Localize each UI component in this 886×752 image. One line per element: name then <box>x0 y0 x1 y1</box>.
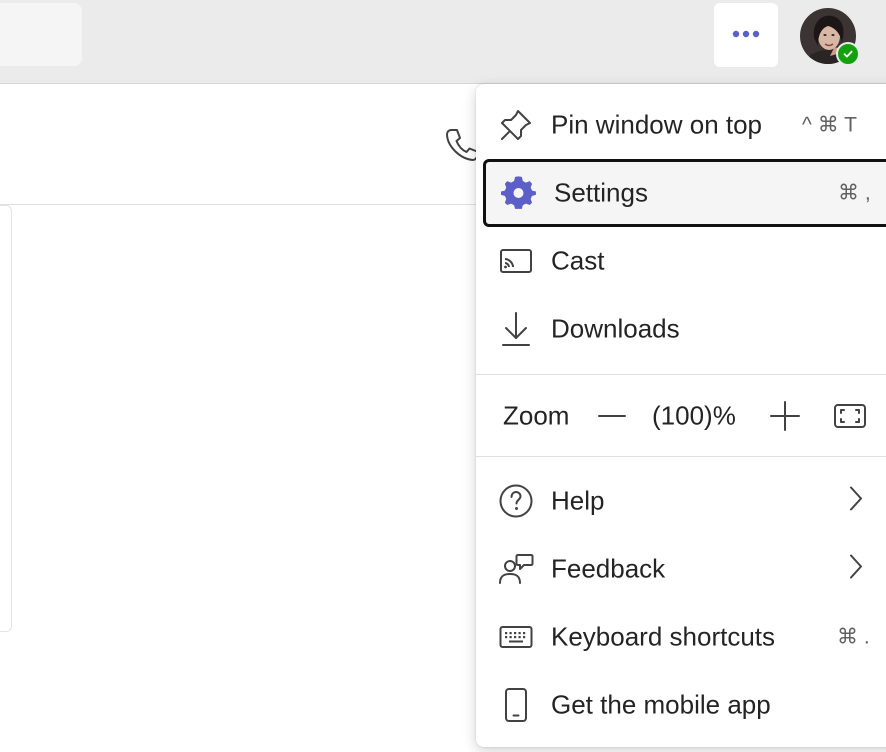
more-options-button[interactable] <box>714 3 778 67</box>
search-box[interactable] <box>0 3 82 66</box>
minus-icon[interactable] <box>594 398 630 434</box>
menu-item-pin-window[interactable]: Pin window on top ^ ⌘ T <box>476 91 886 159</box>
menu-item-label: Keyboard shortcuts <box>551 621 776 652</box>
phone-icon[interactable] <box>444 126 478 167</box>
fullscreen-icon[interactable] <box>832 398 868 434</box>
menu-item-feedback[interactable]: Feedback <box>476 535 886 603</box>
menu-item-label: Cast <box>551 245 605 276</box>
zoom-value: (100)% <box>652 400 736 431</box>
gear-icon <box>501 175 537 211</box>
shortcut-hint: ^ ⌘ T <box>802 113 857 137</box>
help-icon <box>498 483 534 519</box>
feedback-icon <box>498 551 534 587</box>
mobile-icon <box>498 687 534 723</box>
shortcut-hint: ⌘ . <box>837 625 870 649</box>
more-horizontal-icon <box>731 26 761 44</box>
menu-item-downloads[interactable]: Downloads <box>476 295 886 363</box>
menu-item-help[interactable]: Help <box>476 467 886 535</box>
more-options-menu: Pin window on top ^ ⌘ T Settings ⌘ , Cas… <box>476 84 886 747</box>
avatar[interactable] <box>800 8 860 66</box>
title-bar <box>0 0 886 84</box>
shortcut-hint: ⌘ , <box>838 181 871 205</box>
zoom-label: Zoom <box>503 400 570 431</box>
menu-item-label: Downloads <box>551 313 680 344</box>
presence-available-icon <box>836 42 860 66</box>
menu-item-label: Get the mobile app <box>551 689 771 720</box>
menu-item-keyboard-shortcuts[interactable]: Keyboard shortcuts ⌘ . <box>476 603 886 671</box>
message-card <box>0 205 12 632</box>
menu-divider <box>476 456 886 457</box>
menu-item-label: Pin window on top <box>551 109 763 140</box>
menu-item-cast[interactable]: Cast <box>476 227 886 295</box>
chevron-right-icon <box>848 554 864 585</box>
plus-icon[interactable] <box>767 398 803 434</box>
menu-item-label: Feedback <box>551 553 666 584</box>
download-icon <box>498 311 534 347</box>
cast-icon <box>498 243 534 279</box>
menu-item-settings[interactable]: Settings ⌘ , <box>483 159 886 227</box>
zoom-control: Zoom (100)% <box>476 382 886 450</box>
menu-item-mobile-app[interactable]: Get the mobile app <box>476 671 886 739</box>
keyboard-icon <box>498 619 534 655</box>
menu-item-label: Settings <box>554 177 648 208</box>
menu-divider <box>476 374 886 375</box>
chevron-right-icon <box>848 486 864 517</box>
pin-icon <box>498 107 534 143</box>
menu-item-label: Help <box>551 485 605 516</box>
